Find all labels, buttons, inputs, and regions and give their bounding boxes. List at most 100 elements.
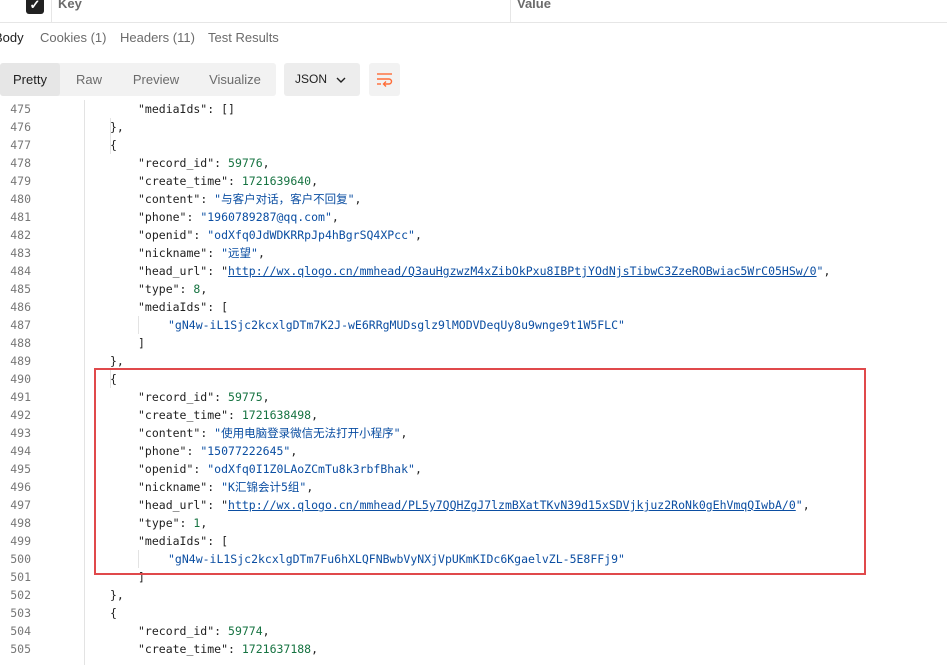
code-line: 485 "type": 8, xyxy=(0,280,947,298)
code-text: "gN4w-iL1Sjc2kcxlgDTm7K2J-wE6RRgMUDsglz9… xyxy=(168,316,625,334)
code-text: "mediaIds": [ xyxy=(138,298,228,316)
code-token: 59774 xyxy=(228,624,263,638)
code-token: "create_time" xyxy=(138,642,229,656)
code-link[interactable]: http://wx.qlogo.cn/mmhead/Q3auHgzwzM4xZi… xyxy=(228,264,817,278)
line-number: 497 xyxy=(10,498,31,512)
code-text: "nickname": "远望", xyxy=(138,244,265,262)
code-token: : [ xyxy=(207,300,229,314)
value-header-label: Value xyxy=(517,0,551,11)
code-token: "create_time" xyxy=(138,174,229,188)
code-token: "head_url" xyxy=(138,264,208,278)
line-number: 478 xyxy=(10,156,31,170)
code-token: "mediaIds" xyxy=(138,102,208,116)
code-text: ] xyxy=(138,334,145,352)
key-column-header: Key xyxy=(51,0,510,22)
wrap-lines-button[interactable] xyxy=(369,63,400,96)
code-token: : xyxy=(186,210,201,224)
code-token: "远望" xyxy=(221,246,258,260)
code-token: , xyxy=(823,264,831,278)
line-number: 492 xyxy=(10,408,31,422)
key-header-label: Key xyxy=(58,0,82,11)
code-line: 504 "record_id": 59774, xyxy=(0,622,947,640)
code-line: 482 "openid": "odXfq0JdWDKRRpJp4hBgrSQ4XP… xyxy=(0,226,947,244)
chevron-down-icon xyxy=(336,77,346,83)
code-line: 481 "phone": "1960789287@qq.com", xyxy=(0,208,947,226)
code-token: "phone" xyxy=(138,210,187,224)
code-line: 475 "mediaIds": [] xyxy=(0,100,947,118)
code-token: , xyxy=(331,210,339,224)
code-token: : [] xyxy=(207,102,235,116)
tab-test-results[interactable]: Test Results xyxy=(208,30,279,45)
line-number: 481 xyxy=(10,210,31,224)
code-text: "phone": "1960789287@qq.com", xyxy=(138,208,339,226)
tab-headers[interactable]: Headers (11) xyxy=(120,30,195,45)
code-line: 484 "head_url": "http://wx.qlogo.cn/mmhea… xyxy=(0,262,947,280)
tab-body[interactable]: Body xyxy=(0,30,24,45)
code-token: "openid" xyxy=(138,228,194,242)
code-line: 479 "create_time": 1721639640, xyxy=(0,172,947,190)
line-number: 482 xyxy=(10,228,31,242)
line-number: 498 xyxy=(10,516,31,530)
code-token: }, xyxy=(110,588,124,602)
code-text: "content": "与客户对话，客户不回复", xyxy=(138,190,361,208)
code-token: : xyxy=(207,246,222,260)
line-number: 486 xyxy=(10,300,31,314)
language-select[interactable]: JSON xyxy=(284,63,360,96)
line-number: 493 xyxy=(10,426,31,440)
code-token: , xyxy=(354,192,362,206)
line-number: 480 xyxy=(10,192,31,206)
code-line: 486 "mediaIds": [ xyxy=(0,298,947,316)
code-line: 477 { xyxy=(0,136,947,154)
value-column-header: Value xyxy=(510,0,947,22)
code-token: "与客户对话，客户不回复" xyxy=(214,192,355,206)
select-all-checkbox[interactable]: ✓ xyxy=(26,0,44,14)
line-number: 485 xyxy=(10,282,31,296)
line-number: 499 xyxy=(10,534,31,548)
indent-guide xyxy=(110,118,111,154)
code-line: 503 { xyxy=(0,604,947,622)
code-token: , xyxy=(311,174,319,188)
code-line: 476}, xyxy=(0,118,947,136)
code-line: 502}, xyxy=(0,586,947,604)
line-number: 488 xyxy=(10,336,31,350)
code-token: "1960789287@qq.com" xyxy=(200,210,332,224)
line-number: 503 xyxy=(10,606,31,620)
code-token: "odXfq0JdWDKRRpJp4hBgrSQ4XPcc" xyxy=(207,228,415,242)
line-number: 505 xyxy=(10,642,31,656)
format-raw-button[interactable]: Raw xyxy=(60,63,118,96)
code-token: ] xyxy=(138,336,145,350)
code-token: }, xyxy=(110,354,124,368)
format-preview-button[interactable]: Preview xyxy=(118,63,194,96)
code-text: { xyxy=(110,604,117,622)
code-token: : xyxy=(228,174,242,188)
language-select-value: JSON xyxy=(295,72,328,86)
format-pretty-button[interactable]: Pretty xyxy=(0,63,60,96)
line-number: 487 xyxy=(10,318,31,332)
code-token: }, xyxy=(110,120,124,134)
code-token: : xyxy=(214,156,229,170)
code-token: "mediaIds" xyxy=(138,300,208,314)
line-number: 496 xyxy=(10,480,31,494)
code-text: "record_id": 59776, xyxy=(138,154,270,172)
line-number: 483 xyxy=(10,246,31,260)
code-token: "nickname" xyxy=(138,246,208,260)
format-visualize-button[interactable]: Visualize xyxy=(194,63,276,96)
code-text: }, xyxy=(110,586,124,604)
code-token: "type" xyxy=(138,282,180,296)
tab-cookies[interactable]: Cookies (1) xyxy=(40,30,106,45)
line-number: 501 xyxy=(10,570,31,584)
code-text: "create_time": 1721639640, xyxy=(138,172,318,190)
code-line: 480 "content": "与客户对话，客户不回复", xyxy=(0,190,947,208)
line-number: 489 xyxy=(10,354,31,368)
code-token: 59776 xyxy=(228,156,263,170)
code-text: }, xyxy=(110,118,124,136)
code-token: 1721637188 xyxy=(241,642,312,656)
code-text: "openid": "odXfq0JdWDKRRpJp4hBgrSQ4XPcc"… xyxy=(138,226,422,244)
code-token: : xyxy=(179,282,194,296)
code-token: "gN4w-iL1Sjc2kcxlgDTm7K2J-wE6RRgMUDsglz9… xyxy=(168,318,625,332)
line-number: 504 xyxy=(10,624,31,638)
highlight-annotation-box xyxy=(94,368,866,575)
code-token: "record_id" xyxy=(138,156,215,170)
code-token: , xyxy=(200,282,208,296)
code-token: , xyxy=(311,642,319,656)
